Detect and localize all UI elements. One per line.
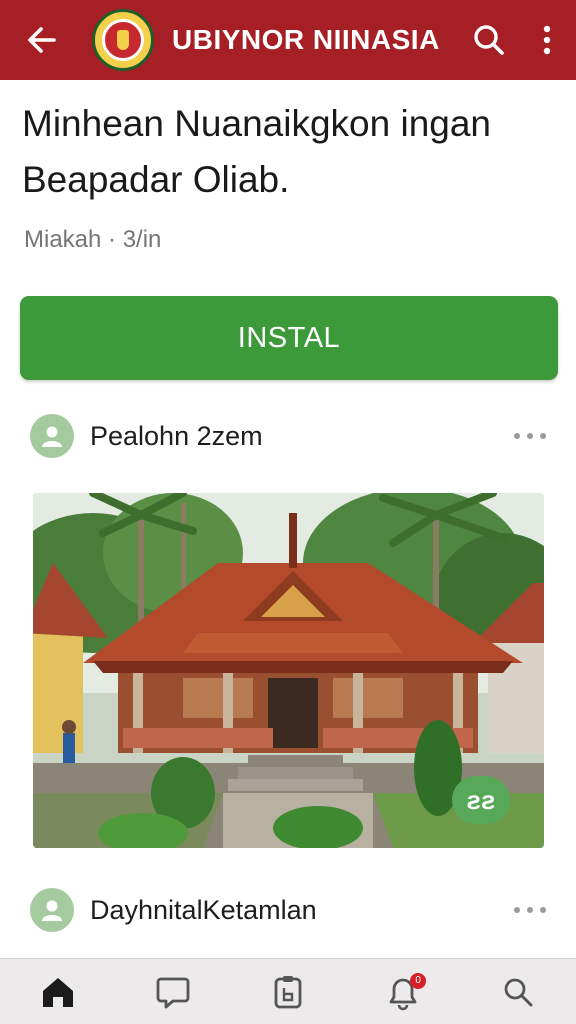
post-menu-button[interactable]: [510, 416, 550, 456]
nav-notifications[interactable]: 0: [368, 959, 438, 1024]
post-author[interactable]: Pealohn 2zem: [90, 421, 510, 452]
emblem-logo: [92, 9, 154, 71]
avatar[interactable]: [30, 414, 74, 458]
chat-icon: [156, 977, 190, 1008]
post-menu-button[interactable]: [510, 890, 550, 930]
post-header: Pealohn 2zem: [30, 413, 550, 459]
more-horizontal-icon: [514, 907, 546, 913]
search-button[interactable]: [460, 0, 518, 80]
back-button[interactable]: [0, 0, 84, 80]
app-title: UBIYNOR NIINASIA: [172, 24, 440, 55]
search-icon: [474, 25, 504, 55]
overflow-menu-button[interactable]: [518, 0, 576, 80]
nav-clipboard[interactable]: [253, 959, 323, 1024]
bottom-navigation: 0: [0, 958, 576, 1024]
emblem-shield: [102, 19, 144, 61]
home-icon: [42, 977, 73, 1007]
reaction-badge[interactable]: ƨƨ: [452, 776, 510, 824]
post-header: DayhnitalKetamlan: [30, 887, 550, 933]
arrow-left-icon: [28, 27, 56, 53]
notification-badge: 0: [410, 972, 427, 989]
user-icon: [42, 426, 62, 447]
post-author[interactable]: DayhnitalKetamlan: [90, 895, 510, 926]
nav-home[interactable]: [23, 959, 93, 1024]
app-bar: UBIYNOR NIINASIA: [0, 0, 576, 80]
avatar[interactable]: [30, 888, 74, 932]
user-icon: [42, 900, 62, 921]
screen: UBIYNOR NIINASIA Minhean Nuanaikgkon ing…: [0, 0, 576, 1024]
article-headline: Minhean Nuanaikgkon ingan Beapadar Oliab…: [22, 103, 492, 200]
clipboard-icon: [274, 975, 302, 1008]
more-horizontal-icon: [514, 433, 546, 439]
article-meta: Miakah · 3/in: [24, 226, 162, 253]
nav-chat[interactable]: [138, 959, 208, 1024]
more-vertical-icon: [543, 25, 551, 55]
nav-search[interactable]: [483, 959, 553, 1024]
install-button[interactable]: INSTAL: [20, 296, 558, 380]
search-icon: [504, 978, 533, 1006]
